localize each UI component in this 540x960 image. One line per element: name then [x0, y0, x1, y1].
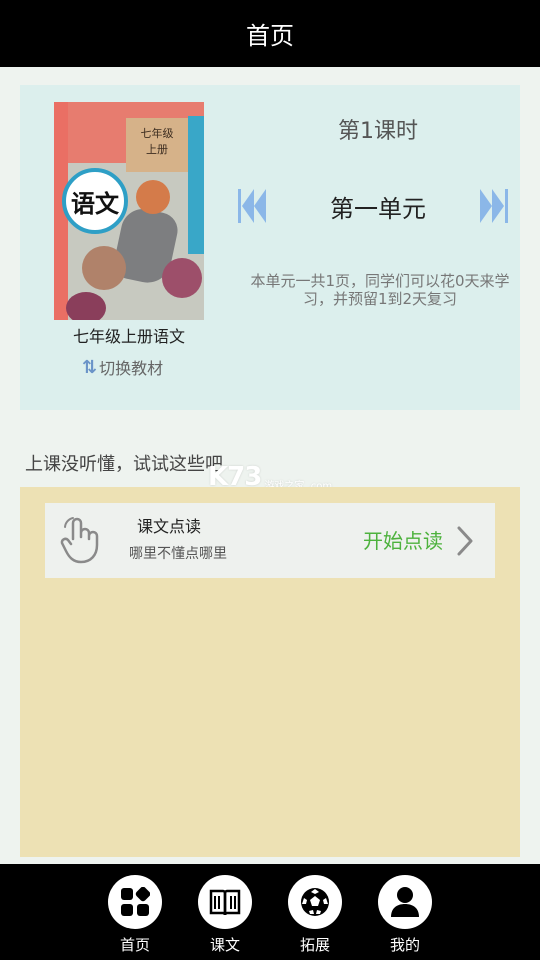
- user-icon: [378, 875, 432, 929]
- cover-flower: [162, 258, 202, 298]
- read-card-subtitle: 哪里不懂点哪里: [129, 546, 227, 562]
- header-bar: 首页: [0, 0, 540, 67]
- cover-term: 上册: [146, 143, 168, 156]
- book-cover[interactable]: 七年级 上册 语文: [54, 102, 204, 320]
- unit-description: 本单元一共1页，同学们可以花0天来学习，并预留1到2天复习: [250, 272, 510, 308]
- hand-pointer-icon: [60, 517, 99, 564]
- nav-label-texts: 课文: [209, 936, 240, 954]
- ball-icon: [288, 875, 342, 929]
- lesson-period: 第1课时: [338, 119, 418, 144]
- nav-item-home[interactable]: 首页: [105, 875, 165, 955]
- cover-flower: [136, 180, 170, 214]
- cover-grade-box: 七年级 上册: [126, 118, 188, 172]
- chevron-right-icon[interactable]: [455, 525, 475, 557]
- nav-label-home: 首页: [119, 936, 150, 954]
- nav-item-texts[interactable]: 课文: [195, 875, 255, 955]
- book-icon: [198, 875, 252, 929]
- start-read-button[interactable]: 开始点读: [363, 525, 443, 554]
- switch-textbook-button[interactable]: ⇅ 切换教材: [82, 355, 163, 379]
- bottom-nav: 首页 课文 拓展 我的: [0, 864, 540, 960]
- text-read-card[interactable]: 课文点读 哪里不懂点哪里 开始点读: [45, 503, 495, 578]
- nav-item-mine[interactable]: 我的: [375, 875, 435, 955]
- swap-arrows-icon: ⇅: [82, 356, 97, 378]
- cover-flower: [82, 246, 126, 290]
- book-title: 七年级上册语文: [72, 327, 185, 346]
- section-label: 上课没听懂，试试这些吧: [25, 454, 223, 475]
- home-grid-icon: [108, 875, 162, 929]
- cover-flower: [66, 292, 106, 320]
- nav-label-mine: 我的: [389, 936, 420, 954]
- nav-label-extend: 拓展: [299, 936, 330, 954]
- cover-side-band: [188, 116, 204, 254]
- switch-textbook-label: 切换教材: [99, 359, 164, 378]
- read-card-title: 课文点读: [137, 517, 202, 536]
- page-title: 首页: [246, 22, 294, 50]
- previous-unit-button[interactable]: [237, 188, 267, 224]
- unit-title: 第一单元: [330, 195, 426, 223]
- cover-subject-logo: 语文: [62, 168, 128, 234]
- previous-arrow-icon: [238, 189, 266, 223]
- next-arrow-icon: [480, 189, 508, 223]
- cover-grade: 七年级: [140, 127, 174, 140]
- course-card: 七年级 上册 语文 七年级上册语文 ⇅ 切换教材 第1课时 第一单元 本单元一共…: [20, 85, 520, 410]
- nav-item-extend[interactable]: 拓展: [285, 875, 345, 955]
- next-unit-button[interactable]: [479, 188, 509, 224]
